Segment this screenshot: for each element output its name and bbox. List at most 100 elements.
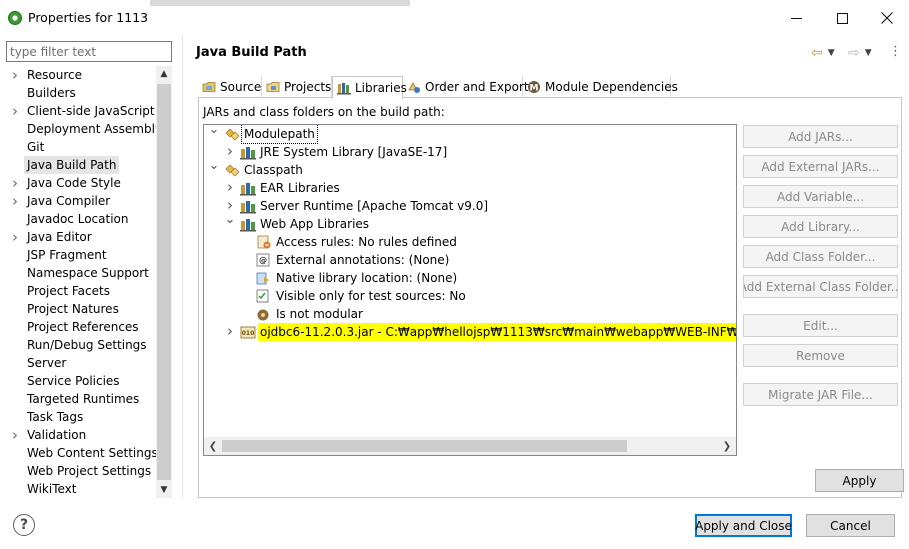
- tree-node[interactable]: ⌄ Modulepath: [204, 125, 734, 144]
- scroll-left-icon[interactable]: ❮: [204, 437, 222, 455]
- tree-vertical-scrollbar[interactable]: ▲ ▼: [156, 66, 172, 498]
- tree-node[interactable]: › Server Runtime [Apache Tomcat v9.0]: [204, 196, 734, 215]
- add-external-class-folder-button[interactable]: Add External Class Folder...: [743, 275, 898, 298]
- nav-item-validation[interactable]: › Validation: [6, 426, 156, 444]
- chevron-right-icon[interactable]: ›: [224, 178, 236, 196]
- tree-node[interactable]: ⌄ Classpath: [204, 158, 734, 179]
- chevron-down-icon[interactable]: ⌄: [208, 125, 220, 139]
- add-class-folder-button[interactable]: Add Class Folder...: [743, 245, 898, 268]
- chevron-down-icon[interactable]: ⌄: [224, 211, 236, 229]
- nav-item-client-side-javascript[interactable]: › Client-side JavaScript: [6, 102, 156, 120]
- nav-item-label: WikiText: [27, 482, 77, 496]
- filter-input[interactable]: [6, 41, 172, 62]
- nav-item-label: Project Facets: [27, 284, 110, 298]
- chevron-down-icon[interactable]: ⌄: [208, 157, 220, 175]
- help-icon[interactable]: ?: [13, 514, 35, 536]
- cancel-button[interactable]: Cancel: [806, 514, 895, 537]
- panel-divider[interactable]: [182, 36, 183, 498]
- tree-node[interactable]: Access rules: No rules defined: [204, 233, 734, 251]
- chevron-right-icon[interactable]: ›: [224, 322, 236, 340]
- nav-item-label: Java Code Style: [27, 176, 121, 190]
- page-title: Java Build Path: [196, 45, 307, 60]
- apply-button[interactable]: Apply: [815, 469, 904, 492]
- library-icon: [240, 217, 256, 232]
- tab-libraries[interactable]: Libraries: [332, 76, 407, 99]
- nav-item-git[interactable]: Git: [6, 138, 156, 156]
- view-menu-icon[interactable]: ⋮: [889, 44, 902, 62]
- chevron-right-icon[interactable]: ›: [10, 66, 20, 84]
- nav-item-project-references[interactable]: Project References: [6, 318, 156, 336]
- tree-node[interactable]: › JRE System Library [JavaSE-17]: [204, 142, 734, 161]
- add-variable-button[interactable]: Add Variable...: [743, 185, 898, 208]
- tree-node[interactable]: @ External annotations: (None): [204, 251, 734, 269]
- nav-item-targeted-runtimes[interactable]: Targeted Runtimes: [6, 390, 156, 408]
- module-icon: [256, 307, 272, 322]
- remove-button[interactable]: Remove: [743, 344, 898, 367]
- tree-horizontal-scrollbar[interactable]: ❮ ❯: [204, 437, 736, 455]
- tab-order-and-export[interactable]: Order and Export: [403, 76, 529, 98]
- nav-item-service-policies[interactable]: Service Policies: [6, 372, 156, 390]
- tree-node[interactable]: Is not modular: [204, 305, 734, 323]
- forward-button[interactable]: ⇨ ▼: [848, 44, 876, 62]
- nav-item-web-project-settings[interactable]: Web Project Settings: [6, 462, 156, 480]
- minimize-button[interactable]: [774, 6, 818, 30]
- scrollbar-thumb[interactable]: [157, 84, 171, 480]
- nav-item-task-tags[interactable]: Task Tags: [6, 408, 156, 426]
- nav-item-deployment-assembly[interactable]: Deployment Assembly: [6, 120, 156, 138]
- tab-label: Module Dependencies: [545, 80, 678, 94]
- nav-item-label: Targeted Runtimes: [27, 392, 140, 406]
- tree-node[interactable]: Native library location: (None): [204, 269, 734, 287]
- back-button[interactable]: ⇦ ▼: [811, 44, 839, 62]
- chevron-right-icon[interactable]: ›: [10, 192, 20, 210]
- add-library-button[interactable]: Add Library...: [743, 215, 898, 238]
- nav-item-web-content-settings[interactable]: Web Content Settings: [6, 444, 156, 462]
- tree-node[interactable]: › EAR Libraries: [204, 178, 734, 197]
- nav-item-project-facets[interactable]: Project Facets: [6, 282, 156, 300]
- add-external-jars-button[interactable]: Add External JARs...: [743, 155, 898, 178]
- tab-source[interactable]: Source: [198, 76, 262, 98]
- chevron-right-icon[interactable]: ›: [10, 426, 20, 444]
- apply-and-close-button[interactable]: Apply and Close: [695, 514, 792, 537]
- libraries-tree[interactable]: ⌄ Modulepath › JRE System Library [JavaSE-1…: [203, 124, 737, 456]
- tree-node[interactable]: Visible only for test sources: No: [204, 287, 734, 305]
- nav-item-run-debug-settings[interactable]: Run/Debug Settings: [6, 336, 156, 354]
- nav-item-java-code-style[interactable]: › Java Code Style: [6, 174, 156, 192]
- tree-node[interactable]: ⌄ Web App Libraries: [204, 212, 734, 233]
- maximize-button[interactable]: [820, 6, 864, 30]
- chevron-right-icon[interactable]: ›: [10, 228, 20, 246]
- nav-item-project-natures[interactable]: Project Natures: [6, 300, 156, 318]
- scroll-down-icon[interactable]: ▼: [156, 482, 172, 498]
- chevron-right-icon[interactable]: ›: [224, 142, 236, 160]
- nav-item-java-editor[interactable]: › Java Editor: [6, 228, 156, 246]
- nav-item-java-build-path[interactable]: Java Build Path: [6, 156, 156, 174]
- jar-icon: 010: [240, 325, 256, 340]
- nav-item-namespace-support[interactable]: Namespace Support: [6, 264, 156, 282]
- scrollbar-thumb[interactable]: [222, 440, 627, 452]
- scroll-right-icon[interactable]: ❯: [718, 437, 736, 455]
- nav-item-server[interactable]: Server: [6, 354, 156, 372]
- nav-item-jsp-fragment[interactable]: JSP Fragment: [6, 246, 156, 264]
- scroll-up-icon[interactable]: ▲: [156, 66, 172, 82]
- tree-node[interactable]: › 010 ojdbc6-11.2.0.3.jar - C:₩app₩hellojs…: [204, 322, 736, 341]
- nav-item-builders[interactable]: Builders: [6, 84, 156, 102]
- nav-item-javadoc-location[interactable]: Javadoc Location: [6, 210, 156, 228]
- tree-node-label: Web App Libraries: [260, 217, 370, 231]
- library-icon: [240, 181, 256, 196]
- projects-icon: [266, 80, 280, 94]
- tab-module-dependencies[interactable]: M Module Dependencies: [523, 76, 678, 98]
- nav-item-java-compiler[interactable]: › Java Compiler: [6, 192, 156, 210]
- nav-item-label: Javadoc Location: [27, 212, 129, 226]
- edit-button[interactable]: Edit...: [743, 314, 898, 337]
- close-button[interactable]: [865, 6, 909, 30]
- migrate-jar-file-button[interactable]: Migrate JAR File...: [743, 383, 898, 406]
- chevron-right-icon[interactable]: ›: [10, 102, 20, 120]
- nav-item-label: Namespace Support: [27, 266, 149, 280]
- nav-item-label: Web Project Settings: [27, 464, 152, 478]
- tree-node-label: Server Runtime [Apache Tomcat v9.0]: [260, 199, 489, 213]
- nav-item-resource[interactable]: › Resource: [6, 66, 156, 84]
- nav-item-wikitext[interactable]: WikiText: [6, 480, 156, 498]
- add-jars-button[interactable]: Add JARs...: [743, 125, 898, 148]
- tab-projects[interactable]: Projects: [262, 76, 332, 98]
- chevron-right-icon[interactable]: ›: [10, 174, 20, 192]
- libraries-icon: [337, 81, 351, 95]
